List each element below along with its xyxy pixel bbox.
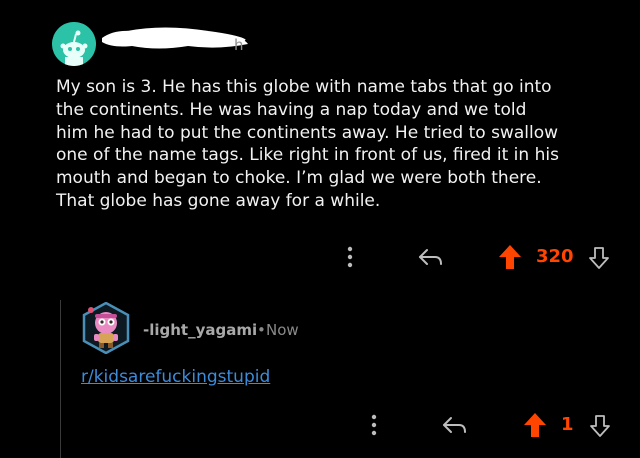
reply-username[interactable]: -light_yagami bbox=[143, 321, 257, 339]
redacted-username bbox=[102, 27, 248, 49]
more-vertical-icon bbox=[371, 414, 377, 436]
reply-reply-button[interactable] bbox=[439, 412, 469, 438]
upvote-button[interactable] bbox=[497, 242, 523, 272]
comment-body: My son is 3. He has this globe with name… bbox=[56, 77, 559, 211]
upvote-arrow-icon bbox=[499, 245, 521, 269]
downvote-arrow-icon bbox=[590, 415, 610, 437]
subreddit-link[interactable]: r/kidsarefuckingstupid bbox=[81, 367, 270, 387]
reply-score: 1 bbox=[561, 414, 574, 435]
downvote-arrow-icon bbox=[589, 247, 609, 269]
reply-arrow-icon bbox=[443, 417, 466, 433]
reply-timestamp: Now bbox=[266, 321, 299, 339]
downvote-button[interactable] bbox=[586, 243, 612, 273]
upvote-arrow-icon bbox=[524, 413, 546, 437]
comment-score: 320 bbox=[536, 246, 574, 267]
custom-avatar-icon bbox=[82, 301, 130, 355]
snoo-avatar-icon bbox=[52, 22, 96, 66]
reply-button[interactable] bbox=[415, 244, 445, 270]
reply-downvote-button[interactable] bbox=[587, 411, 613, 441]
more-options-button[interactable] bbox=[338, 242, 362, 272]
user-avatar[interactable] bbox=[52, 22, 96, 66]
more-vertical-icon bbox=[347, 246, 353, 268]
meta-separator: • bbox=[257, 321, 266, 339]
reply-user-avatar[interactable] bbox=[80, 301, 132, 355]
thread-line[interactable] bbox=[60, 300, 61, 458]
reply-upvote-button[interactable] bbox=[522, 410, 548, 440]
reply-more-options-button[interactable] bbox=[362, 410, 386, 440]
reply-arrow-icon bbox=[419, 249, 442, 265]
username-suffix: h bbox=[234, 36, 244, 54]
